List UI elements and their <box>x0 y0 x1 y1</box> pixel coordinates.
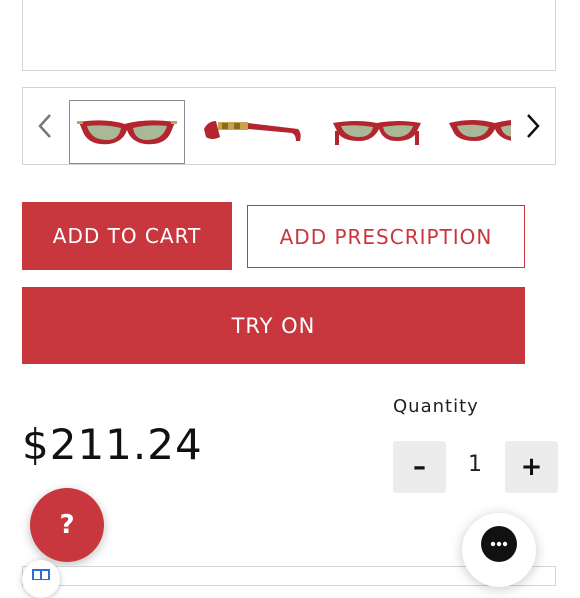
quantity-decrease-button[interactable]: – <box>393 441 446 493</box>
thumbnail-side[interactable] <box>195 100 311 162</box>
add-prescription-button[interactable]: ADD PRESCRIPTION <box>247 205 525 268</box>
help-button[interactable]: ? <box>30 488 104 562</box>
chat-button[interactable] <box>462 513 536 587</box>
carousel-next-button[interactable] <box>511 88 555 164</box>
quantity-increase-button[interactable]: + <box>505 441 558 493</box>
thumbnail-front-alt[interactable] <box>319 100 435 162</box>
shipping-badge[interactable] <box>22 560 60 598</box>
add-to-cart-button[interactable]: ADD TO CART <box>22 202 232 270</box>
sunglasses-front-image <box>77 120 177 145</box>
chevron-left-icon <box>38 114 51 138</box>
quantity-value[interactable]: 1 <box>455 452 495 477</box>
thumbnail-carousel <box>22 87 556 165</box>
package-icon <box>32 569 50 580</box>
carousel-prev-button[interactable] <box>23 88 67 164</box>
help-label: ? <box>59 510 75 540</box>
chevron-right-icon <box>527 114 540 138</box>
try-on-button[interactable]: TRY ON <box>22 287 525 364</box>
main-product-image <box>22 0 556 71</box>
sunglasses-front-alt-image <box>333 121 421 145</box>
product-price: $211.24 <box>22 420 203 469</box>
quantity-label: Quantity <box>393 396 479 417</box>
sunglasses-side-image <box>204 121 301 141</box>
thumbnail-front[interactable] <box>69 100 185 164</box>
chat-icon <box>481 526 517 562</box>
